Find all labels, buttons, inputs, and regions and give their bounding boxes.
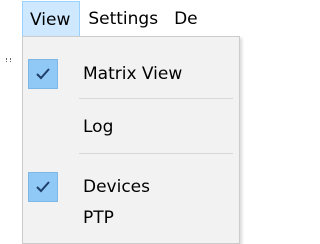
menu-item-label: PTP xyxy=(83,208,114,228)
menu-separator xyxy=(79,98,233,99)
left-edge-artifact xyxy=(6,58,11,62)
menu-item-label: Log xyxy=(83,117,114,137)
checkmark-icon xyxy=(28,172,58,202)
menu-bar: View Settings De xyxy=(0,0,244,38)
menu-item-matrix-view[interactable]: Matrix View xyxy=(25,57,237,91)
menu-item-ptp[interactable]: PTP xyxy=(25,201,237,235)
menu-settings[interactable]: Settings xyxy=(80,1,166,37)
menu-item-devices[interactable]: Devices xyxy=(25,170,237,204)
menu-separator xyxy=(79,153,233,154)
menu-item-label: Devices xyxy=(83,177,150,197)
menu-item-log[interactable]: Log xyxy=(25,110,237,144)
menu-view[interactable]: View xyxy=(22,1,81,37)
menu-item-label: Matrix View xyxy=(83,64,183,84)
menu-de-truncated[interactable]: De xyxy=(166,1,206,37)
checkmark-icon xyxy=(28,59,58,89)
view-dropdown-menu: Matrix View Log Devices PTP xyxy=(22,36,240,244)
